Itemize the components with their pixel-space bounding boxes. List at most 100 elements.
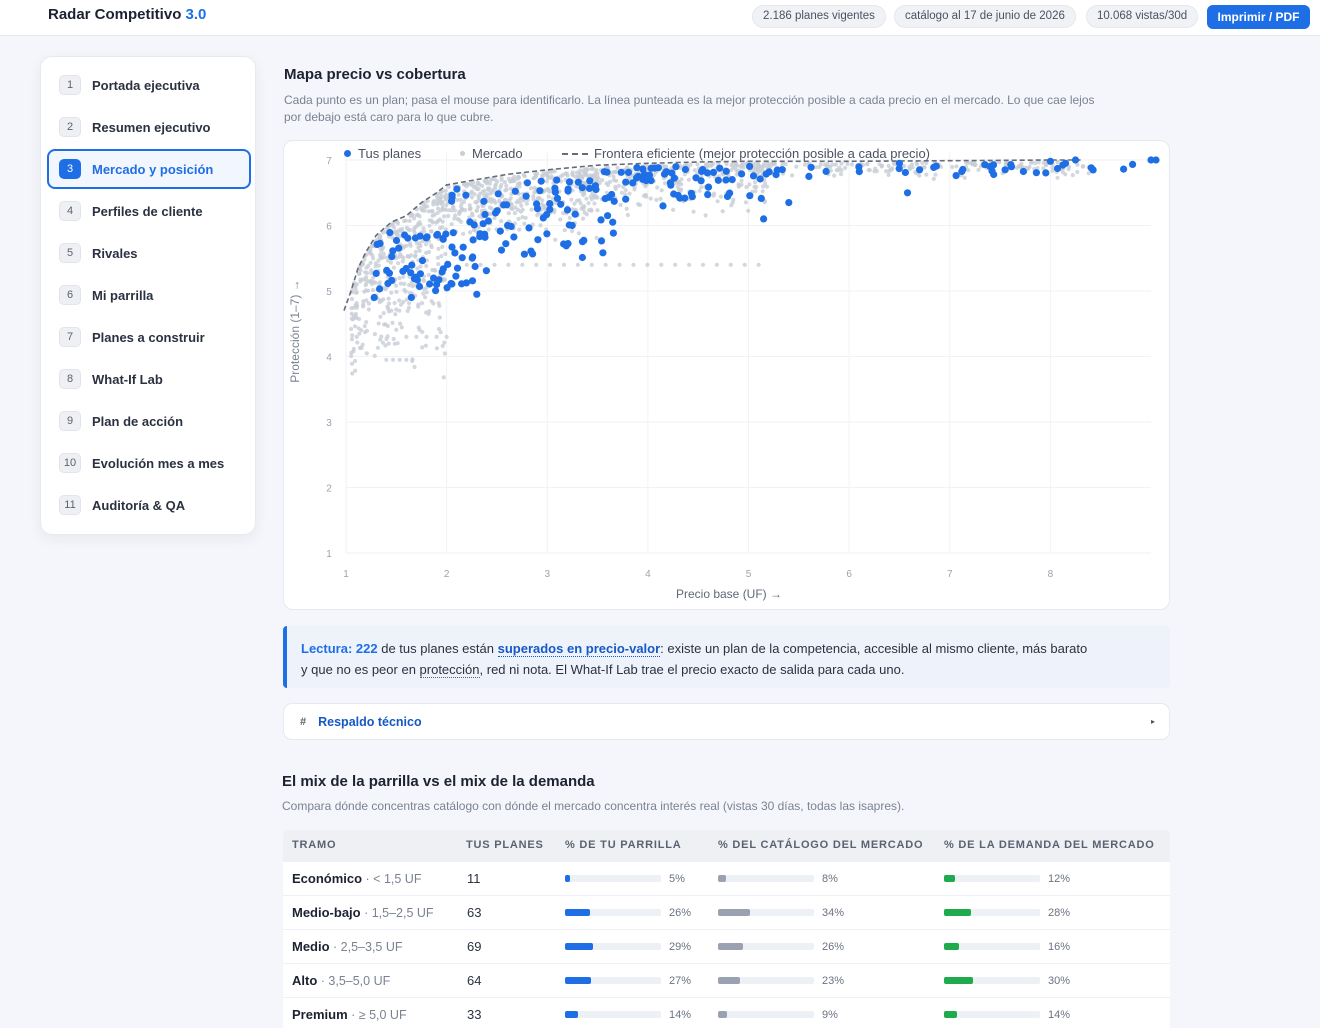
market-point[interactable]	[381, 297, 386, 302]
market-point[interactable]	[400, 259, 405, 264]
market-point[interactable]	[490, 197, 495, 202]
market-point[interactable]	[357, 345, 362, 350]
own-plan-point[interactable]	[578, 253, 586, 262]
market-point[interactable]	[558, 217, 563, 222]
market-point[interactable]	[430, 220, 435, 225]
own-plan-point[interactable]	[453, 185, 461, 193]
own-plan-point[interactable]	[757, 194, 765, 202]
own-plan-point[interactable]	[557, 200, 565, 208]
market-point[interactable]	[444, 334, 449, 339]
market-point[interactable]	[379, 255, 384, 260]
market-point[interactable]	[884, 169, 889, 174]
market-point[interactable]	[438, 330, 443, 335]
market-point[interactable]	[407, 301, 412, 306]
market-point[interactable]	[424, 263, 429, 269]
own-plan-point[interactable]	[453, 264, 462, 272]
market-point[interactable]	[576, 231, 581, 236]
own-plan-point[interactable]	[600, 168, 608, 176]
callout-proteccion-term[interactable]: protección	[419, 662, 480, 678]
market-point[interactable]	[364, 328, 370, 333]
market-point[interactable]	[753, 189, 758, 194]
market-point[interactable]	[738, 164, 743, 169]
print-pdf-button[interactable]: Imprimir / PDF	[1207, 5, 1310, 29]
market-point[interactable]	[397, 227, 402, 232]
market-point[interactable]	[426, 209, 431, 214]
own-plan-point[interactable]	[423, 233, 431, 241]
market-point[interactable]	[636, 202, 641, 207]
market-point[interactable]	[584, 196, 589, 201]
own-plan-point[interactable]	[533, 205, 542, 213]
market-point[interactable]	[391, 265, 397, 270]
market-point[interactable]	[401, 274, 406, 279]
market-point[interactable]	[372, 332, 377, 337]
market-point[interactable]	[412, 364, 417, 370]
own-plan-point[interactable]	[462, 191, 470, 199]
market-point[interactable]	[389, 308, 394, 313]
market-point[interactable]	[442, 214, 447, 219]
market-point[interactable]	[475, 204, 481, 210]
market-point[interactable]	[353, 286, 358, 291]
market-point[interactable]	[489, 177, 494, 182]
market-point[interactable]	[688, 162, 693, 167]
market-point[interactable]	[546, 175, 551, 180]
market-point[interactable]	[462, 208, 468, 213]
market-point[interactable]	[407, 218, 412, 223]
market-point[interactable]	[731, 197, 736, 202]
own-plan-point[interactable]	[749, 172, 758, 180]
market-point[interactable]	[458, 219, 464, 224]
market-point[interactable]	[700, 262, 706, 267]
market-point[interactable]	[828, 164, 833, 169]
market-point[interactable]	[838, 172, 844, 177]
own-plan-point[interactable]	[553, 176, 561, 184]
own-plan-point[interactable]	[986, 162, 994, 171]
own-plan-point[interactable]	[1046, 157, 1054, 165]
own-plan-point[interactable]	[466, 218, 474, 226]
market-point[interactable]	[476, 195, 481, 200]
market-point[interactable]	[371, 256, 376, 261]
market-point[interactable]	[538, 223, 543, 228]
own-plan-point[interactable]	[534, 236, 542, 244]
own-plan-point[interactable]	[386, 229, 394, 237]
market-point[interactable]	[493, 182, 498, 187]
own-plan-point[interactable]	[609, 218, 617, 226]
market-point[interactable]	[729, 163, 734, 168]
callout-link-precio-valor[interactable]: superados en precio-valor	[497, 641, 661, 657]
market-point[interactable]	[553, 237, 558, 242]
market-point[interactable]	[976, 167, 981, 172]
sidebar-item-4[interactable]: 4 Perfiles de cliente	[47, 191, 251, 231]
own-plan-point[interactable]	[546, 205, 554, 214]
sidebar-item-11[interactable]: 11 Auditoría & QA	[47, 485, 251, 525]
own-plan-point[interactable]	[444, 260, 452, 268]
own-plan-point[interactable]	[438, 268, 446, 276]
market-point[interactable]	[362, 324, 367, 329]
market-point[interactable]	[586, 201, 591, 206]
own-plan-point[interactable]	[407, 269, 415, 277]
market-point[interactable]	[364, 275, 369, 280]
market-point[interactable]	[378, 314, 383, 319]
market-point[interactable]	[397, 308, 402, 313]
market-point[interactable]	[423, 343, 428, 348]
market-point[interactable]	[516, 198, 521, 203]
market-point[interactable]	[441, 207, 446, 212]
market-point[interactable]	[370, 287, 376, 293]
market-point[interactable]	[631, 262, 636, 267]
market-point[interactable]	[449, 222, 454, 227]
market-point[interactable]	[364, 288, 369, 293]
market-point[interactable]	[487, 186, 492, 191]
market-point[interactable]	[376, 263, 381, 268]
market-point[interactable]	[506, 176, 511, 181]
market-point[interactable]	[728, 262, 733, 267]
market-point[interactable]	[354, 334, 359, 339]
market-point[interactable]	[465, 181, 470, 187]
market-point[interactable]	[679, 187, 684, 192]
market-point[interactable]	[358, 277, 363, 282]
market-point[interactable]	[369, 268, 374, 273]
own-plan-point[interactable]	[480, 197, 488, 205]
own-plan-point[interactable]	[416, 232, 424, 240]
market-point[interactable]	[832, 173, 837, 178]
market-point[interactable]	[366, 301, 371, 306]
own-plan-point[interactable]	[432, 287, 440, 295]
market-point[interactable]	[429, 243, 434, 248]
own-plan-point[interactable]	[632, 174, 641, 182]
sidebar-item-7[interactable]: 7 Planes a construir	[47, 317, 251, 357]
